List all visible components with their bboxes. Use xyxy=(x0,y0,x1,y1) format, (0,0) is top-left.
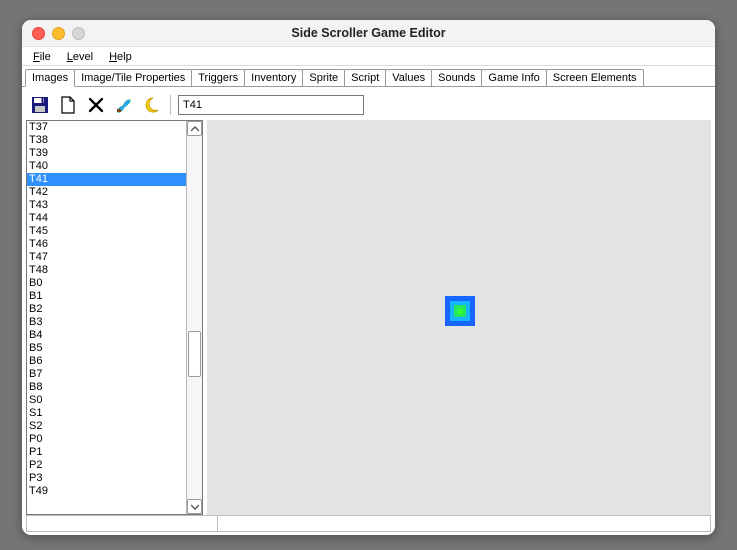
new-icon xyxy=(59,96,77,114)
list-item[interactable]: T45 xyxy=(27,225,186,238)
tile-preview-layer xyxy=(458,309,463,314)
menubar: File Level Help xyxy=(22,47,715,66)
list-item[interactable]: T38 xyxy=(27,134,186,147)
scrollbar-thumb[interactable] xyxy=(188,331,201,377)
list-item[interactable]: S0 xyxy=(27,394,186,407)
list-item[interactable]: S1 xyxy=(27,407,186,420)
tab-screen-elements[interactable]: Screen Elements xyxy=(546,69,644,86)
content-area: T37T38T39T40T41T42T43T44T45T46T47T48B0B1… xyxy=(26,120,711,525)
chevron-up-icon xyxy=(191,126,199,132)
list-item[interactable]: T40 xyxy=(27,160,186,173)
list-item[interactable]: T42 xyxy=(27,186,186,199)
tile-preview-layer xyxy=(450,301,470,321)
tab-sounds[interactable]: Sounds xyxy=(431,69,482,86)
list-item[interactable]: T37 xyxy=(27,121,186,134)
list-item[interactable]: B4 xyxy=(27,329,186,342)
window-title: Side Scroller Game Editor xyxy=(22,26,715,40)
menu-file[interactable]: File xyxy=(26,50,58,64)
tab-script[interactable]: Script xyxy=(344,69,386,86)
list-item[interactable]: B1 xyxy=(27,290,186,303)
scroll-down-button[interactable] xyxy=(187,499,202,514)
tile-name-input[interactable] xyxy=(178,95,364,115)
statusbar-cell-2 xyxy=(218,516,710,531)
tile-preview-layer xyxy=(454,305,466,317)
delete-button[interactable] xyxy=(85,94,107,116)
tab-images[interactable]: Images xyxy=(25,69,75,87)
minimize-window-button[interactable] xyxy=(52,27,65,40)
brush-button[interactable] xyxy=(113,94,135,116)
list-item[interactable]: B3 xyxy=(27,316,186,329)
tab-values[interactable]: Values xyxy=(385,69,432,86)
new-button[interactable] xyxy=(57,94,79,116)
menu-help[interactable]: Help xyxy=(102,50,139,64)
menu-level[interactable]: Level xyxy=(60,50,100,64)
tab-sprite[interactable]: Sprite xyxy=(302,69,345,86)
list-item[interactable]: T39 xyxy=(27,147,186,160)
tab-triggers[interactable]: Triggers xyxy=(191,69,245,86)
preview-canvas[interactable] xyxy=(207,120,711,525)
tabbar: Images Image/Tile Properties Triggers In… xyxy=(22,66,715,87)
list-item[interactable]: S2 xyxy=(27,420,186,433)
list-item[interactable]: B0 xyxy=(27,277,186,290)
window-controls xyxy=(32,27,85,40)
brush-icon xyxy=(115,96,133,114)
moon-button[interactable] xyxy=(141,94,163,116)
toolbar-separator xyxy=(170,95,171,115)
zoom-window-button[interactable] xyxy=(72,27,85,40)
list-item[interactable]: T47 xyxy=(27,251,186,264)
list-item[interactable]: T41 xyxy=(27,173,186,186)
moon-icon xyxy=(143,96,161,114)
image-listbox-viewport[interactable]: T37T38T39T40T41T42T43T44T45T46T47T48B0B1… xyxy=(27,121,186,514)
chevron-down-icon xyxy=(191,504,199,510)
save-icon xyxy=(31,96,49,114)
list-item[interactable]: P1 xyxy=(27,446,186,459)
list-item[interactable]: T44 xyxy=(27,212,186,225)
tile-preview xyxy=(445,296,475,326)
list-item[interactable]: T49 xyxy=(27,485,186,498)
listbox-scrollbar[interactable] xyxy=(186,121,202,514)
tab-game-info[interactable]: Game Info xyxy=(481,69,546,86)
app-window: Side Scroller Game Editor File Level Hel… xyxy=(22,20,715,535)
list-item[interactable]: T43 xyxy=(27,199,186,212)
list-item[interactable]: P0 xyxy=(27,433,186,446)
list-item[interactable]: P3 xyxy=(27,472,186,485)
close-window-button[interactable] xyxy=(32,27,45,40)
list-item[interactable]: T46 xyxy=(27,238,186,251)
image-listbox[interactable]: T37T38T39T40T41T42T43T44T45T46T47T48B0B1… xyxy=(26,120,203,515)
list-item[interactable]: B7 xyxy=(27,368,186,381)
list-item[interactable]: T48 xyxy=(27,264,186,277)
statusbar-cell-1 xyxy=(27,516,218,531)
scroll-up-button[interactable] xyxy=(187,121,202,136)
list-item[interactable]: B5 xyxy=(27,342,186,355)
titlebar: Side Scroller Game Editor xyxy=(22,20,715,47)
delete-icon xyxy=(87,96,105,114)
statusbar xyxy=(26,515,711,532)
list-item[interactable]: P2 xyxy=(27,459,186,472)
toolbar xyxy=(22,87,715,119)
save-button[interactable] xyxy=(29,94,51,116)
list-item[interactable]: B2 xyxy=(27,303,186,316)
tab-image-tile-properties[interactable]: Image/Tile Properties xyxy=(74,69,192,86)
list-item[interactable]: B6 xyxy=(27,355,186,368)
list-item[interactable]: B8 xyxy=(27,381,186,394)
tab-inventory[interactable]: Inventory xyxy=(244,69,303,86)
